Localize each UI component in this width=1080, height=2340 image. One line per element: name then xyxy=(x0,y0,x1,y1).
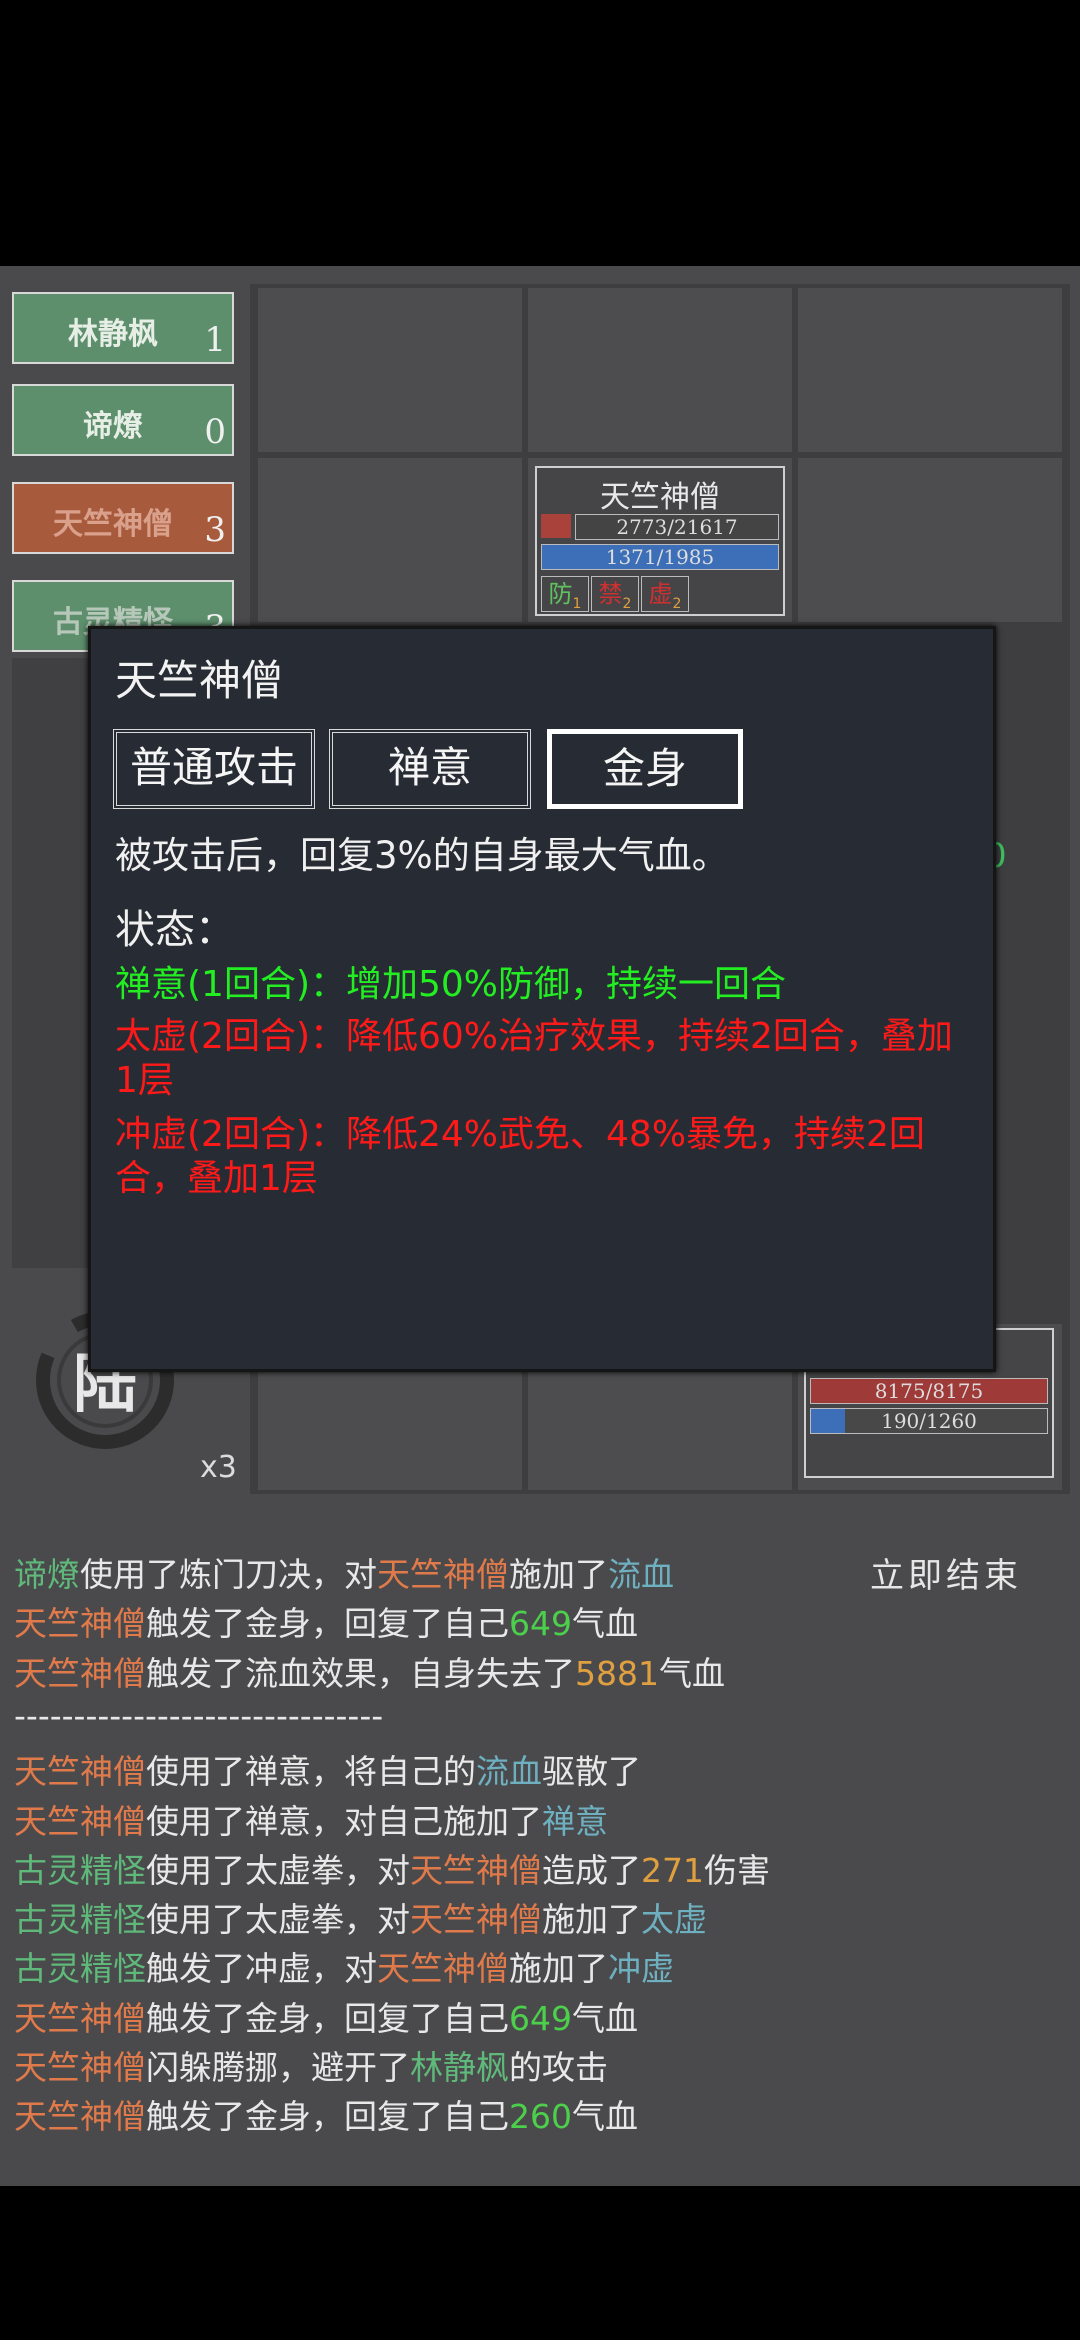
log-segment: 古灵精怪 xyxy=(14,1900,146,1940)
status-line-debuff: 太虚(2回合)：降低60%治疗效果，持续2回合，叠加1层 xyxy=(115,1016,953,1101)
log-segment: 施加了 xyxy=(509,1555,608,1594)
log-segment: 伤害 xyxy=(704,1850,770,1890)
team-name: 谛燎 xyxy=(83,409,143,444)
status-line-buff: 禅意(1回合)：增加50%防御，持续一回合 xyxy=(115,964,787,1005)
log-segment: 天竺神僧 xyxy=(14,2097,146,2137)
log-segment: 流血 xyxy=(608,1555,674,1594)
log-segment: 闪躲腾挪，避开了 xyxy=(146,2048,410,2087)
log-line: 天竺神僧触发了金身，回复了自己649气血 xyxy=(14,1992,638,2040)
log-segment: 林静枫 xyxy=(410,2048,509,2087)
log-line: 天竺神僧使用了禅意，将自己的流血驱散了 xyxy=(14,1745,641,1793)
log-segment: 气血 xyxy=(572,1998,638,2038)
team-name: 林静枫 xyxy=(68,317,158,352)
debuff-ban-icon: 禁2 xyxy=(591,576,639,612)
log-segment: 天竺神僧 xyxy=(377,1949,509,1989)
team-count: 1 xyxy=(204,320,226,360)
log-line: 天竺神僧触发了流血效果，自身失去了5881气血 xyxy=(14,1647,725,1695)
log-segment: 天竺神僧 xyxy=(14,1604,146,1644)
skill-button-zen[interactable]: 禅意 xyxy=(329,729,531,809)
log-line: 天竺神僧使用了禅意，对自己施加了禅意 xyxy=(14,1795,608,1843)
log-segment: 流血 xyxy=(476,1752,542,1792)
enemy-unit-card[interactable]: 天竺神僧 2773/21617 1371/1985 防1 禁2 虚2 xyxy=(535,466,785,616)
grid-cell[interactable] xyxy=(798,458,1062,622)
debuff-void-icon: 虚2 xyxy=(641,576,689,612)
log-segment: 天竺神僧 xyxy=(14,1653,146,1693)
log-segment: 触发了金身，回复了自己 xyxy=(146,2097,509,2137)
log-segment: 天竺神僧 xyxy=(410,1850,542,1890)
hp-icon xyxy=(541,514,571,538)
grid-cell[interactable] xyxy=(258,458,522,622)
log-segment: 天竺神僧 xyxy=(14,1752,146,1792)
log-line-partial xyxy=(14,1512,814,1536)
team-item-3[interactable]: 天竺神僧 3 xyxy=(12,482,234,554)
log-segment: 气血 xyxy=(572,1604,638,1644)
log-segment: 649 xyxy=(509,1998,572,2038)
log-segment: 5881 xyxy=(575,1653,659,1693)
log-segment: 天竺神僧 xyxy=(14,2048,146,2087)
unit-name: 天竺神僧 xyxy=(600,480,720,515)
unit-info-popup: 天竺神僧 普通攻击 禅意 金身 被攻击后，回复3%的自身最大气血。 状态： 禅意… xyxy=(88,626,996,1372)
log-segment: 天竺神僧 xyxy=(14,1998,146,2038)
status-line-debuff: 冲虚(2回合)：降低24%武免、48%暴免，持续2回合，叠加1层 xyxy=(115,1114,925,1199)
log-segment: 天竺神僧 xyxy=(377,1555,509,1594)
log-segment: 触发了冲虚，对 xyxy=(146,1949,377,1989)
buff-defense-icon: 防1 xyxy=(541,576,589,612)
team-count: 0 xyxy=(204,412,226,452)
log-segment: 使用了禅意，对自己施加了 xyxy=(146,1801,542,1841)
team-name: 天竺神僧 xyxy=(53,507,173,542)
log-segment: 施加了 xyxy=(509,1949,608,1989)
log-segment: 天竺神僧 xyxy=(14,1801,146,1841)
log-segment: 天竺神僧 xyxy=(410,1900,542,1940)
log-segment: 禅意 xyxy=(542,1801,608,1841)
skill-description: 被攻击后，回复3%的自身最大气血。 xyxy=(115,834,729,877)
team-count: 3 xyxy=(204,510,226,550)
log-segment: 冲虚 xyxy=(608,1949,674,1989)
status-header: 状态： xyxy=(115,907,235,953)
log-segment: 古灵精怪 xyxy=(14,1949,146,1989)
log-line: 古灵精怪触发了冲虚，对天竺神僧施加了冲虚 xyxy=(14,1942,674,1990)
log-segment: 使用了禅意，将自己的 xyxy=(146,1752,476,1792)
hp-bar: 8175/8175 xyxy=(810,1378,1048,1404)
log-line: 天竺神僧触发了金身，回复了自己260气血 xyxy=(14,2090,638,2138)
log-segment: 触发了金身，回复了自己 xyxy=(146,1604,509,1644)
popup-title: 天竺神僧 xyxy=(115,656,284,705)
team-item-2[interactable]: 谛燎 0 xyxy=(12,384,234,456)
log-segment: 太虚 xyxy=(641,1900,707,1940)
log-segment: 649 xyxy=(509,1604,572,1644)
log-segment: ------------------------------- xyxy=(14,1695,384,1735)
log-line: 天竺神僧闪躲腾挪，避开了林静枫的攻击 xyxy=(14,2041,608,2089)
mp-fill xyxy=(811,1409,845,1433)
grid-cell[interactable] xyxy=(798,288,1062,452)
log-line: ------------------------------- xyxy=(14,1696,383,1735)
speed-button[interactable]: x3 xyxy=(200,1450,237,1485)
log-segment: 使用了太虚拳，对 xyxy=(146,1900,410,1940)
team-item-1[interactable]: 林静枫 1 xyxy=(12,292,234,364)
log-line: 古灵精怪使用了太虚拳，对天竺神僧造成了271伤害 xyxy=(14,1844,770,1892)
log-segment: 使用了炼门刀决，对 xyxy=(80,1555,377,1594)
hp-bar: 2773/21617 xyxy=(575,514,779,540)
skill-button-basic-attack[interactable]: 普通攻击 xyxy=(113,729,315,809)
mp-bar: 1371/1985 xyxy=(541,544,779,570)
mp-bar: 190/1260 xyxy=(810,1408,1048,1434)
log-segment: 气血 xyxy=(572,2097,638,2137)
log-line: 古灵精怪使用了太虚拳，对天竺神僧施加了太虚 xyxy=(14,1893,707,1941)
log-segment: 造成了 xyxy=(542,1850,641,1890)
log-segment: 271 xyxy=(641,1850,704,1890)
log-segment: 驱散了 xyxy=(542,1752,641,1792)
skill-button-golden-body[interactable]: 金身 xyxy=(547,729,743,809)
log-segment: 触发了流血效果，自身失去了 xyxy=(146,1653,575,1693)
log-segment: 260 xyxy=(509,2097,572,2137)
log-line: 谛燎使用了炼门刀决，对天竺神僧施加了流血 xyxy=(14,1548,674,1596)
log-segment: 施加了 xyxy=(542,1900,641,1940)
log-segment: 触发了金身，回复了自己 xyxy=(146,1998,509,2038)
log-segment: 使用了太虚拳，对 xyxy=(146,1850,410,1890)
log-segment: 谛燎 xyxy=(14,1555,80,1594)
end-battle-button[interactable]: 立即结束 xyxy=(870,1548,1022,1597)
log-line: 天竺神僧触发了金身，回复了自己649气血 xyxy=(14,1597,638,1645)
grid-cell[interactable] xyxy=(258,288,522,452)
log-segment: 的攻击 xyxy=(509,2048,608,2087)
log-segment: 气血 xyxy=(658,1653,725,1693)
log-segment: 古灵精怪 xyxy=(14,1850,146,1890)
grid-cell[interactable] xyxy=(528,288,792,452)
